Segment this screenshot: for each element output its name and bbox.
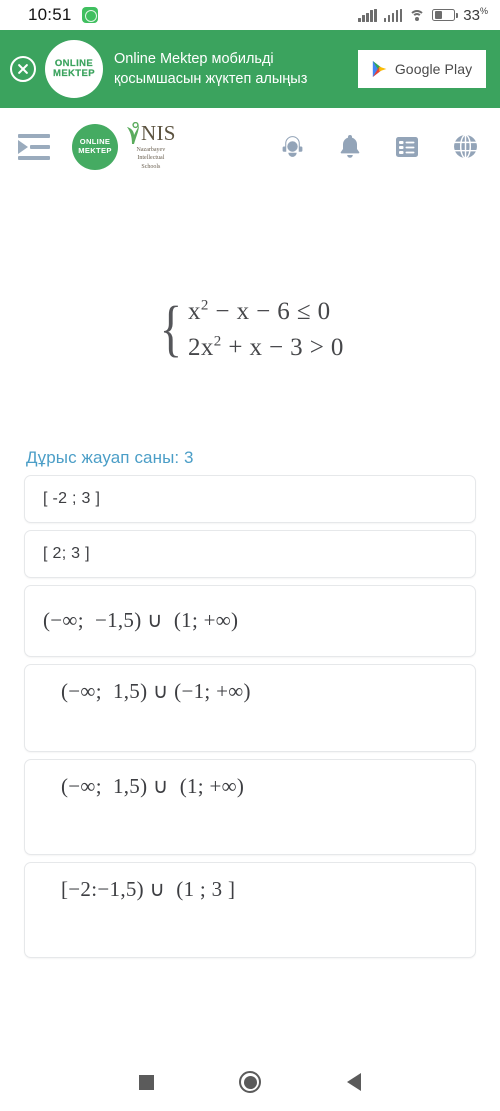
globe-icon[interactable]: [453, 134, 478, 159]
formula-line-2: 2x2 + x − 3 > 0: [188, 331, 344, 365]
site-navbar: ONLINE MEKTEP NIS Nazarbayev Intellectua…: [0, 108, 500, 186]
answer-option-label: [ 2; 3 ]: [43, 545, 90, 563]
promo-brand-logo: ONLINE MEKTEP: [45, 40, 103, 98]
nis-subtitle: Nazarbayev Intellectual Schools: [137, 146, 166, 170]
question-formula: { x2 − x − 6 ≤ 0 2x2 + x − 3 > 0: [156, 212, 344, 448]
answer-option[interactable]: [ 2; 3 ]: [24, 530, 476, 578]
answer-option[interactable]: (−∞; −1,5) ∪ (1; +∞): [24, 585, 476, 657]
answer-option[interactable]: (−∞; 1,5) ∪ (−1; +∞): [24, 664, 476, 752]
promo-text: Online Mektep мобильді қосымшасын жүктеп…: [114, 51, 308, 87]
phone-screen: 10:51 33% ONLINE MEKTEP Online Mektep мо…: [0, 0, 500, 1111]
bell-icon[interactable]: [339, 134, 361, 159]
google-play-label: Google Play: [394, 61, 473, 77]
battery-percent: 33%: [463, 6, 488, 24]
nav-logo-line2: MEKTEP: [78, 145, 112, 155]
formula-line-1-sup: 2: [200, 297, 209, 314]
status-bar: 10:51 33%: [0, 0, 500, 30]
correct-answer-count: Дұрыс жауап саны: 3: [26, 448, 194, 467]
answer-option[interactable]: [−2:−1,5) ∪ (1 ; 3 ]: [24, 862, 476, 958]
formula-line-1: x2 − x − 6 ≤ 0: [188, 295, 344, 329]
promo-logo-line2: MEKTEP: [53, 68, 95, 79]
formula-brace: {: [159, 294, 183, 363]
signal-bars-icon: [358, 8, 377, 22]
nis-logo[interactable]: NIS Nazarbayev Intellectual Schools: [126, 122, 176, 170]
formula-line-2-post: + x − 3 > 0: [221, 334, 344, 361]
status-indicators: 33%: [358, 6, 488, 24]
android-system-nav: [0, 1053, 500, 1111]
navbar-icons: [280, 134, 478, 159]
menu-indent-icon[interactable]: [18, 133, 50, 160]
wifi-icon: [409, 9, 426, 22]
formula-line-1-pre: x: [187, 298, 201, 326]
answer-option[interactable]: [ -2 ; 3 ]: [24, 475, 476, 523]
online-mektep-logo[interactable]: ONLINE MEKTEP: [72, 123, 118, 170]
nis-logo-top: NIS: [126, 121, 176, 146]
question-content: { x2 − x − 6 ≤ 0 2x2 + x − 3 > 0 Дұрыс ж…: [0, 186, 500, 1053]
answer-option[interactable]: (−∞; 1,5) ∪ (1; +∞): [24, 759, 476, 855]
circle-home-icon[interactable]: [239, 1071, 262, 1093]
status-time: 10:51: [28, 5, 72, 24]
list-icon[interactable]: [395, 135, 419, 159]
google-play-icon: [372, 61, 387, 77]
nis-plant-icon: [127, 122, 139, 145]
battery-percent-unit: %: [479, 6, 488, 16]
support-agent-icon[interactable]: [280, 134, 305, 159]
answer-option-label: (−∞; 1,5) ∪ (−1; +∞): [61, 679, 251, 703]
question-formula-area: { x2 − x − 6 ≤ 0 2x2 + x − 3 > 0: [0, 186, 500, 448]
battery-percent-value: 33: [463, 7, 480, 24]
square-recents-icon[interactable]: [138, 1074, 154, 1090]
answer-options-list: [ -2 ; 3 ] [ 2; 3 ] (−∞; −1,5) ∪ (1; +∞)…: [0, 475, 500, 958]
close-circle-icon[interactable]: [10, 56, 36, 82]
formula-equations: x2 − x − 6 ≤ 0 2x2 + x − 3 > 0: [188, 295, 344, 365]
nis-subtitle-line2: Intellectual: [137, 155, 165, 162]
triangle-back-icon[interactable]: [347, 1073, 362, 1091]
google-play-button[interactable]: Google Play: [358, 50, 486, 88]
whatsapp-icon: [81, 7, 98, 23]
nis-subtitle-line1: Nazarbayev: [136, 147, 166, 154]
formula-line-2-sup: 2: [213, 333, 222, 350]
promo-banner[interactable]: ONLINE MEKTEP Online Mektep мобильді қос…: [0, 30, 500, 108]
nis-wordmark: NIS: [141, 121, 176, 146]
answer-option-label: (−∞; 1,5) ∪ (1; +∞): [61, 774, 245, 798]
signal-bars-icon-2: [383, 8, 403, 22]
answer-option-label: (−∞; −1,5) ∪ (1; +∞): [43, 608, 239, 633]
battery-icon: [432, 9, 458, 21]
nis-subtitle-line3: Schools: [141, 163, 161, 170]
formula-line-1-post: − x − 6 ≤ 0: [208, 298, 331, 326]
answer-option-label: [−2:−1,5) ∪ (1 ; 3 ]: [61, 877, 236, 901]
answer-option-label: [ -2 ; 3 ]: [43, 490, 101, 508]
formula-line-2-pre: 2x: [187, 334, 214, 361]
